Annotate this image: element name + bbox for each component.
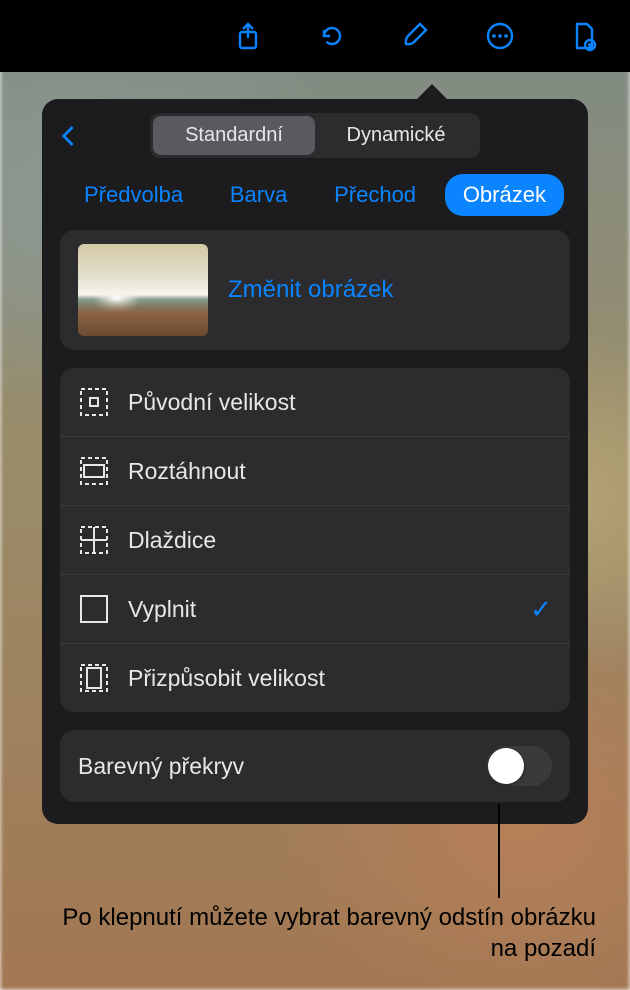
- scale-option-tile[interactable]: Dlaždice ✓: [60, 505, 570, 574]
- color-overlay-label: Barevný překryv: [78, 753, 244, 780]
- tab-preset[interactable]: Předvolba: [66, 174, 201, 216]
- scale-icon: [78, 593, 110, 625]
- callout-text: Po klepnutí můžete vybrat barevný odstín…: [40, 902, 596, 964]
- image-thumbnail: [78, 244, 208, 336]
- style-type-segmented: Standardní Dynamické: [150, 113, 480, 158]
- format-popover: Standardní Dynamické Předvolba Barva Pře…: [42, 99, 588, 824]
- scale-option-label: Vyplnit: [128, 596, 196, 623]
- color-overlay-row: Barevný překryv: [60, 730, 570, 802]
- scale-option-fit[interactable]: Přizpůsobit velikost ✓: [60, 643, 570, 712]
- scale-option-label: Roztáhnout: [128, 458, 246, 485]
- top-toolbar: [0, 0, 630, 72]
- tab-image[interactable]: Obrázek: [445, 174, 564, 216]
- checkmark-icon: ✓: [530, 594, 552, 625]
- scale-option-fill[interactable]: Vyplnit ✓: [60, 574, 570, 643]
- switch-knob: [488, 748, 524, 784]
- change-image-row[interactable]: Změnit obrázek: [60, 230, 570, 350]
- share-icon[interactable]: [230, 18, 266, 54]
- scale-icon: [78, 455, 110, 487]
- scale-option-original[interactable]: Původní velikost ✓: [60, 368, 570, 436]
- segment-dynamic[interactable]: Dynamické: [315, 116, 477, 155]
- change-image-link[interactable]: Změnit obrázek: [228, 276, 393, 304]
- format-brush-icon[interactable]: [398, 18, 434, 54]
- more-icon[interactable]: [482, 18, 518, 54]
- callout-leader-line: [498, 804, 500, 898]
- tab-gradient[interactable]: Přechod: [316, 174, 434, 216]
- back-button[interactable]: [60, 123, 94, 149]
- popover-caret: [416, 84, 448, 100]
- scale-option-label: Přizpůsobit velikost: [128, 665, 325, 692]
- color-overlay-switch[interactable]: [486, 746, 552, 786]
- scale-icon: [78, 662, 110, 694]
- tab-color[interactable]: Barva: [212, 174, 305, 216]
- segment-standard[interactable]: Standardní: [153, 116, 315, 155]
- undo-icon[interactable]: [314, 18, 350, 54]
- scale-option-stretch[interactable]: Roztáhnout ✓: [60, 436, 570, 505]
- scale-option-label: Dlaždice: [128, 527, 216, 554]
- scale-icon: [78, 386, 110, 418]
- document-icon[interactable]: [566, 18, 602, 54]
- scale-icon: [78, 524, 110, 556]
- scale-options-list: Původní velikost ✓ Roztáhnout ✓ Dlaždice…: [60, 368, 570, 712]
- fill-type-tabs: Předvolba Barva Přechod Obrázek: [60, 174, 570, 216]
- scale-option-label: Původní velikost: [128, 389, 295, 416]
